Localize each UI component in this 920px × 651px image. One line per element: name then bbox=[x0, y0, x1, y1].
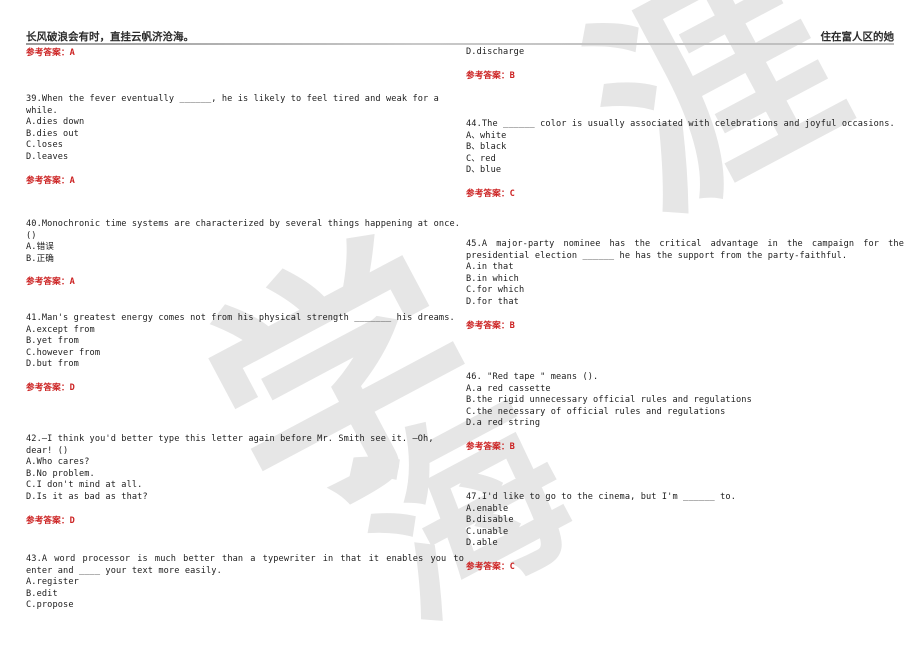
answer-spacer bbox=[466, 430, 904, 442]
question-option[interactable]: C.the necessary of official rules and re… bbox=[466, 407, 904, 419]
question-option[interactable]: B.No problem. bbox=[26, 469, 464, 481]
reference-answer: 参考答案：A bbox=[26, 277, 75, 288]
reference-answer: 参考答案：D bbox=[26, 515, 75, 526]
answer-spacer bbox=[26, 371, 464, 383]
question-option[interactable]: D.but from bbox=[26, 359, 464, 371]
question-option[interactable]: B.in which bbox=[466, 274, 904, 286]
question-option[interactable]: D.leaves bbox=[26, 152, 464, 164]
answer-carryover-block: D.discharge 参考答案：B bbox=[466, 47, 904, 82]
reference-answer: 参考答案：C bbox=[466, 188, 515, 199]
question-block: 41.Man's greatest energy comes not from … bbox=[26, 313, 464, 395]
question-block: 44.The ______ color is usually associate… bbox=[466, 119, 904, 201]
question-option[interactable]: C、red bbox=[466, 154, 904, 166]
answer-spacer bbox=[466, 550, 904, 562]
question-option[interactable]: A.in that bbox=[466, 262, 904, 274]
question-option[interactable]: A.register bbox=[26, 577, 464, 589]
question-option[interactable]: D.Is it as bad as that? bbox=[26, 492, 464, 504]
question-option[interactable]: C.loses bbox=[26, 140, 464, 152]
question-option[interactable]: D.discharge bbox=[466, 47, 904, 59]
question-option[interactable]: A.Who cares? bbox=[26, 457, 464, 469]
answer-spacer bbox=[26, 504, 464, 516]
question-option[interactable]: B.正确 bbox=[26, 254, 464, 266]
question-option[interactable]: D.a red string bbox=[466, 418, 904, 430]
question-option[interactable]: A、white bbox=[466, 131, 904, 143]
question-option[interactable]: B.yet from bbox=[26, 336, 464, 348]
question-stem: 47.I'd like to go to the cinema, but I'm… bbox=[466, 492, 736, 502]
question-option[interactable]: A.错误 bbox=[26, 242, 464, 254]
question-stem: 44.The ______ color is usually associate… bbox=[466, 119, 895, 129]
two-column-body: A.dies down参考答案：A39.When the fever event… bbox=[0, 0, 920, 651]
question-stem: 46. "Red tape " means (). bbox=[466, 372, 599, 382]
reference-answer: 参考答案：A bbox=[26, 175, 75, 186]
question-option[interactable]: D.for that bbox=[466, 297, 904, 309]
reference-answer: 参考答案：B bbox=[466, 70, 515, 81]
question-stem: 45.A major-party nominee has the critica… bbox=[466, 239, 910, 261]
left-column: A.dies down参考答案：A39.When the fever event… bbox=[26, 0, 466, 651]
question-block: 46. "Red tape " means (). A.a red cassett… bbox=[466, 372, 904, 454]
question-option[interactable]: B.edit bbox=[26, 589, 464, 601]
question-stem: 43.A word processor is much better than … bbox=[26, 554, 470, 576]
answer-spacer bbox=[466, 59, 904, 71]
answer-carryover-block: A.dies down参考答案：A bbox=[26, 48, 464, 60]
reference-answer: 参考答案：C bbox=[466, 561, 515, 572]
question-option[interactable]: C.however from bbox=[26, 348, 464, 360]
question-option[interactable]: A.except from bbox=[26, 325, 464, 337]
question-block: 39.When the fever eventually ______, he … bbox=[26, 94, 464, 187]
answer-spacer bbox=[466, 177, 904, 189]
question-stem: 41.Man's greatest energy comes not from … bbox=[26, 313, 455, 323]
document-page: 涯 学 海 长风破浪会有时，直挂云帆济沧海。 住在富人区的她 A.dies do… bbox=[0, 0, 920, 651]
question-option[interactable]: D.able bbox=[466, 538, 904, 550]
question-block: 42.—I think you'd better type this lette… bbox=[26, 434, 464, 527]
question-block: 40.Monochronic time systems are characte… bbox=[26, 219, 464, 289]
question-stem: 42.—I think you'd better type this lette… bbox=[26, 434, 439, 456]
question-block: 47.I'd like to go to the cinema, but I'm… bbox=[466, 492, 904, 574]
question-option[interactable]: A.enable bbox=[466, 504, 904, 516]
question-block: 45.A major-party nominee has the critica… bbox=[466, 239, 904, 332]
header-divider bbox=[26, 43, 894, 45]
question-option[interactable]: B、black bbox=[466, 142, 904, 154]
question-option[interactable]: C.for which bbox=[466, 285, 904, 297]
question-option[interactable]: B.disable bbox=[466, 515, 904, 527]
answer-spacer bbox=[26, 164, 464, 176]
question-option[interactable]: B.the rigid unnecessary official rules a… bbox=[466, 395, 904, 407]
question-option[interactable]: C.propose bbox=[26, 600, 464, 612]
question-option[interactable]: B.dies out bbox=[26, 129, 464, 141]
header-right-text: 住在富人区的她 bbox=[820, 31, 895, 43]
reference-answer: 参考答案：A bbox=[26, 48, 75, 58]
answer-spacer bbox=[26, 265, 464, 277]
question-option[interactable]: C.unable bbox=[466, 527, 904, 539]
question-option[interactable]: A.a red cassette bbox=[466, 384, 904, 396]
question-stem: 40.Monochronic time systems are characte… bbox=[26, 219, 466, 241]
reference-answer: 参考答案：B bbox=[466, 441, 515, 452]
answer-spacer bbox=[466, 309, 904, 321]
reference-answer: 参考答案：B bbox=[466, 320, 515, 331]
page-header: 长风破浪会有时，直挂云帆济沧海。 住在富人区的她 bbox=[26, 29, 894, 44]
question-stem: 39.When the fever eventually ______, he … bbox=[26, 94, 445, 116]
question-block: 43.A word processor is much better than … bbox=[26, 554, 464, 612]
question-option[interactable]: D、blue bbox=[466, 165, 904, 177]
question-option[interactable]: A.dies down bbox=[26, 117, 464, 129]
right-column: D.discharge 参考答案：B 44.The ______ color is … bbox=[466, 0, 906, 651]
header-left-text: 长风破浪会有时，直挂云帆济沧海。 bbox=[26, 31, 194, 43]
question-option[interactable]: C.I don't mind at all. bbox=[26, 480, 464, 492]
reference-answer: 参考答案：D bbox=[26, 382, 75, 393]
